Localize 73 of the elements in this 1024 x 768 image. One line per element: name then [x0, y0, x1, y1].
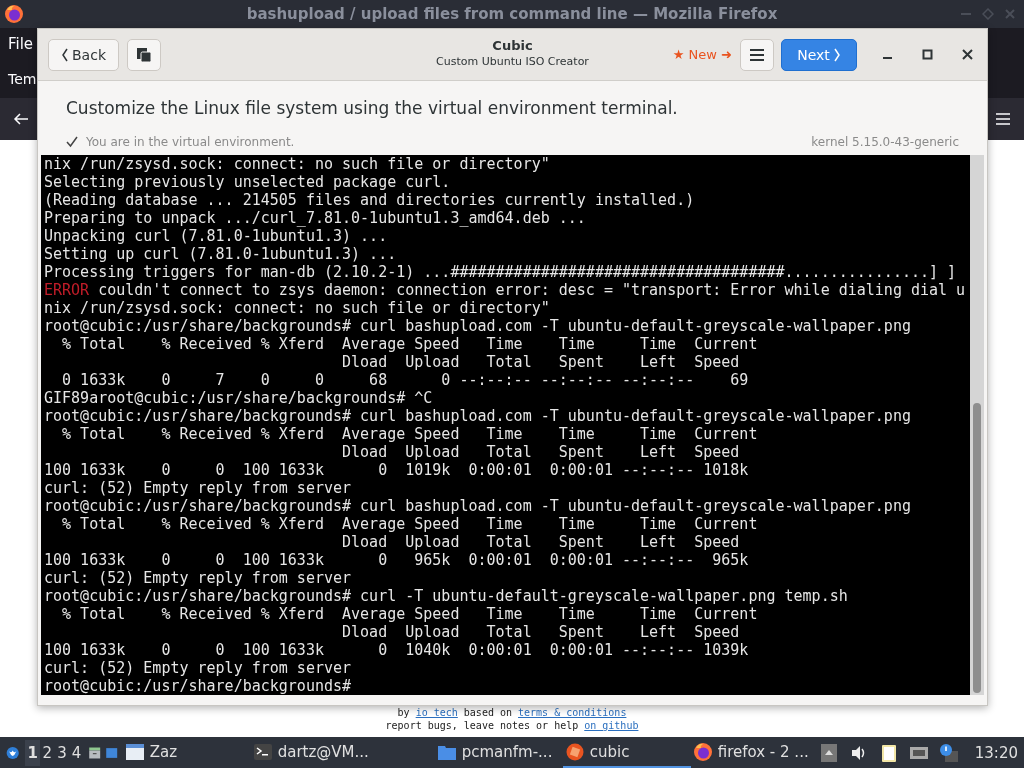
chevron-left-icon: [61, 47, 69, 62]
terminal-line: Unpacking curl (7.81.0-1ubuntu1.3) ...: [44, 227, 389, 245]
terminal-line: Dload Upload Total Spent Left Speed: [341, 623, 741, 641]
terminal-line: Setting up curl (7.81.0-1ubuntu1.3) ...: [44, 245, 398, 263]
terminal-icon: [252, 741, 273, 762]
firefox-icon: [4, 4, 24, 24]
terminal-line: 100 1633k 0 0 100 1633k 0 1040k 0:00:01 0:00:01 --:--:-- 1039k: [44, 641, 750, 659]
terminal-line: Dload Upload Total Spent Left Speed: [341, 353, 741, 371]
terminal-line: curl: (52) Empty reply from server: [44, 569, 353, 587]
terminal-line: (Reading database ... 214505 files and directories currently installed.): [44, 191, 696, 209]
page-heading: Customize the Linux file system using the virtual environment terminal.: [66, 98, 679, 118]
terminal-line: 100 1633k 0 0 100 1633k 0 1019k 0:00:01 0:00:01 --:--:-- 1018k: [44, 461, 750, 479]
firefox-icon: [692, 741, 713, 762]
next-button[interactable]: Next: [781, 38, 857, 71]
terminal[interactable]: [41, 155, 984, 695]
footer-text: report bugs, leave notes or help on github: [385, 720, 639, 731]
app-title: Cubic: [492, 38, 533, 53]
workspace-button[interactable]: 3: [54, 739, 70, 766]
maximize-icon: [921, 49, 933, 60]
copy-button[interactable]: [127, 38, 161, 71]
terminal-line: Processing triggers for man-db (2.10.2-1) ...#####################################................] ]: [44, 263, 958, 281]
browser-tab[interactable]: Tem: [8, 71, 37, 87]
terminal-line: root@cubic:/usr/share/backgrounds#: [44, 677, 353, 695]
terminal-line: % Total % Received % Xferd Average Speed Time Time Time Current: [61, 605, 759, 623]
copy-icon: [136, 46, 152, 63]
terminal-line: GIF89aroot@cubic:/usr/share/backgrounds# ^C: [44, 389, 434, 407]
terminal-line: curl: (52) Empty reply from server: [44, 479, 353, 497]
checkmark-icon: [66, 136, 78, 148]
workspace-button[interactable]: 2: [40, 739, 55, 766]
terminal-line: root@cubic:/usr/share/backgrounds# curl bashupload.com -T ubuntu-default-greyscale-wallpaper.png: [44, 317, 912, 335]
menu-item[interactable]: File: [8, 35, 34, 53]
notification-icon[interactable]: [938, 742, 959, 763]
terminal-line: nix /run/zsysd.sock: connect: no such file or directory": [44, 155, 551, 173]
close-icon: [961, 49, 973, 60]
terminal-line: root@cubic:/usr/share/backgrounds# curl bashupload.com -T ubuntu-default-greyscale-wallpaper.png: [44, 407, 912, 425]
terminal-line: % Total % Received % Xferd Average Speed Time Time Time Current: [61, 335, 759, 353]
terminal-line: Dload Upload Total Spent Left Speed: [341, 533, 741, 551]
menu-icon: [749, 47, 765, 62]
workspace-button[interactable]: 1: [25, 739, 41, 766]
terminal-line: Dload Upload Total Spent Left Speed: [341, 443, 741, 461]
menu-button[interactable]: [740, 38, 774, 71]
app-subtitle: Custom Ubuntu ISO Creator: [436, 55, 589, 68]
link[interactable]: io tech: [415, 707, 458, 718]
footer-text: by io tech based on terms & conditions: [397, 707, 627, 718]
clock[interactable]: 13:20: [974, 743, 1018, 762]
menu-icon[interactable]: [994, 110, 1012, 128]
terminal-line: nix /run/zsysd.sock: connect: no such file or directory": [44, 299, 551, 317]
terminal-line: 0 1633k 0 7 0 0 68 0 --:--:-- --:--:-- --:--:-- 69: [61, 371, 750, 389]
link[interactable]: terms & conditions: [518, 707, 627, 718]
cubic-logo-icon: [564, 741, 585, 762]
link[interactable]: on github: [584, 720, 639, 731]
taskbar-task[interactable]: Zaz: [122, 737, 251, 768]
status-text: You are in the virtual environment.: [86, 135, 295, 149]
taskbar-task[interactable]: firefox - 2 ...: [690, 737, 819, 768]
taskbar-task[interactable]: dartz@VM...: [250, 737, 379, 768]
window-icon: [124, 741, 145, 762]
scrollbar-thumb[interactable]: [973, 403, 981, 693]
terminal-line: 100 1633k 0 0 100 1633k 0 965k 0:00:01 0:00:01 --:--:-- 965k: [44, 551, 750, 569]
terminal-line: ERROR couldn't connect to zsys daemon: connection error: desc = "transport: Error while dialing dial u: [44, 281, 967, 299]
terminal-line: Preparing to unpack .../curl_7.81.0-1ubuntu1.3_amd64.deb ...: [44, 209, 587, 227]
terminal-line: % Total % Received % Xferd Average Speed Time Time Time Current: [61, 515, 759, 533]
window-title: bashupload / upload files from command line — Mozilla Firefox: [246, 5, 778, 23]
terminal-line: % Total % Received % Xferd Average Speed Time Time Time Current: [61, 425, 759, 443]
taskbar-task[interactable]: pcmanfm-...: [434, 737, 563, 768]
terminal-line: root@cubic:/usr/share/backgrounds# curl bashupload.com -T ubuntu-default-greyscale-wallpaper.png: [44, 497, 912, 515]
workspace-button[interactable]: 4: [69, 739, 84, 766]
taskbar-task[interactable]: cubic: [562, 737, 691, 768]
terminal-line: Selecting previously unselected package curl.: [44, 173, 452, 191]
kernel-version: kernel 5.15.0-43-generic: [811, 135, 959, 149]
terminal-line: root@cubic:/usr/share/backgrounds# curl -T ubuntu-default-greyscale-wallpaper.png temp.sh: [44, 587, 849, 605]
terminal-line: curl: (52) Empty reply from server: [44, 659, 353, 677]
back-button[interactable]: Back: [48, 38, 119, 71]
chevron-right-icon: [832, 47, 841, 62]
